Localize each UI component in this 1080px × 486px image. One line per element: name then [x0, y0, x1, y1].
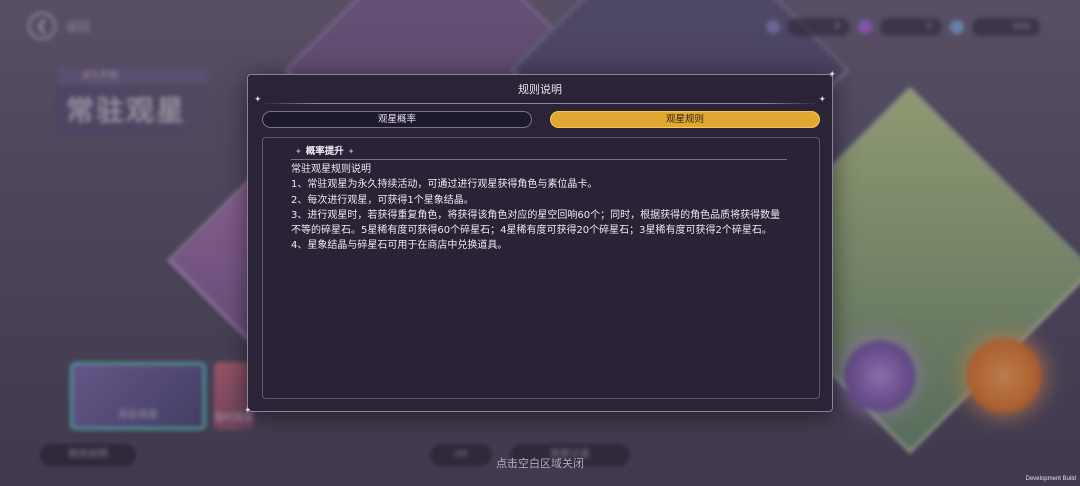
- rules-dialog: ✦ ✦ ✦ ✦ 规则说明 观星概率 观星规则 ✦ 概率提升 ✦ 常驻观星规则说明 1…: [244, 70, 836, 416]
- rules-content-panel[interactable]: ✦ 概率提升 ✦ 常驻观星规则说明 1、常驻观星为永久持续活动，可通过进行观星获得角…: [262, 137, 820, 399]
- rules-text: 常驻观星规则说明 1、常驻观星为永久持续活动，可通过进行观星获得角色与素位晶卡。…: [291, 162, 787, 254]
- rule-item: 1、常驻观星为永久持续活动，可通过进行观星获得角色与素位晶卡。: [291, 179, 598, 191]
- tab-rules[interactable]: 观星规则: [550, 111, 820, 128]
- section-heading: ✦ 概率提升 ✦: [291, 143, 358, 157]
- sparkle-icon: ✦: [347, 147, 355, 156]
- section-divider: [291, 159, 787, 160]
- sparkle-icon: ✦: [244, 406, 252, 416]
- title-divider: [260, 103, 820, 104]
- dialog-title: 规则说明: [518, 83, 562, 96]
- close-hint: 点击空白区域关闭: [496, 457, 584, 470]
- rules-heading: 常驻观星规则说明: [291, 164, 371, 175]
- rule-item: 2、每次进行观星，可获得1个星象结晶。: [291, 194, 474, 206]
- section-heading-label: 概率提升: [305, 146, 344, 157]
- sparkle-icon: ✦: [828, 70, 836, 80]
- rule-item: 3、进行观星时，若获得重复角色，将获得该角色对应的星空回响60个；同时，根据获得…: [291, 209, 781, 237]
- tab-bar: 观星概率 观星规则: [262, 111, 820, 129]
- dev-build-label: Development Build: [1025, 476, 1076, 482]
- tab-probability[interactable]: 观星概率: [262, 111, 532, 128]
- rule-item: 4、星象结晶与碎星石可用于在商店中兑换道具。: [291, 240, 508, 252]
- sparkle-icon: ✦: [295, 147, 302, 156]
